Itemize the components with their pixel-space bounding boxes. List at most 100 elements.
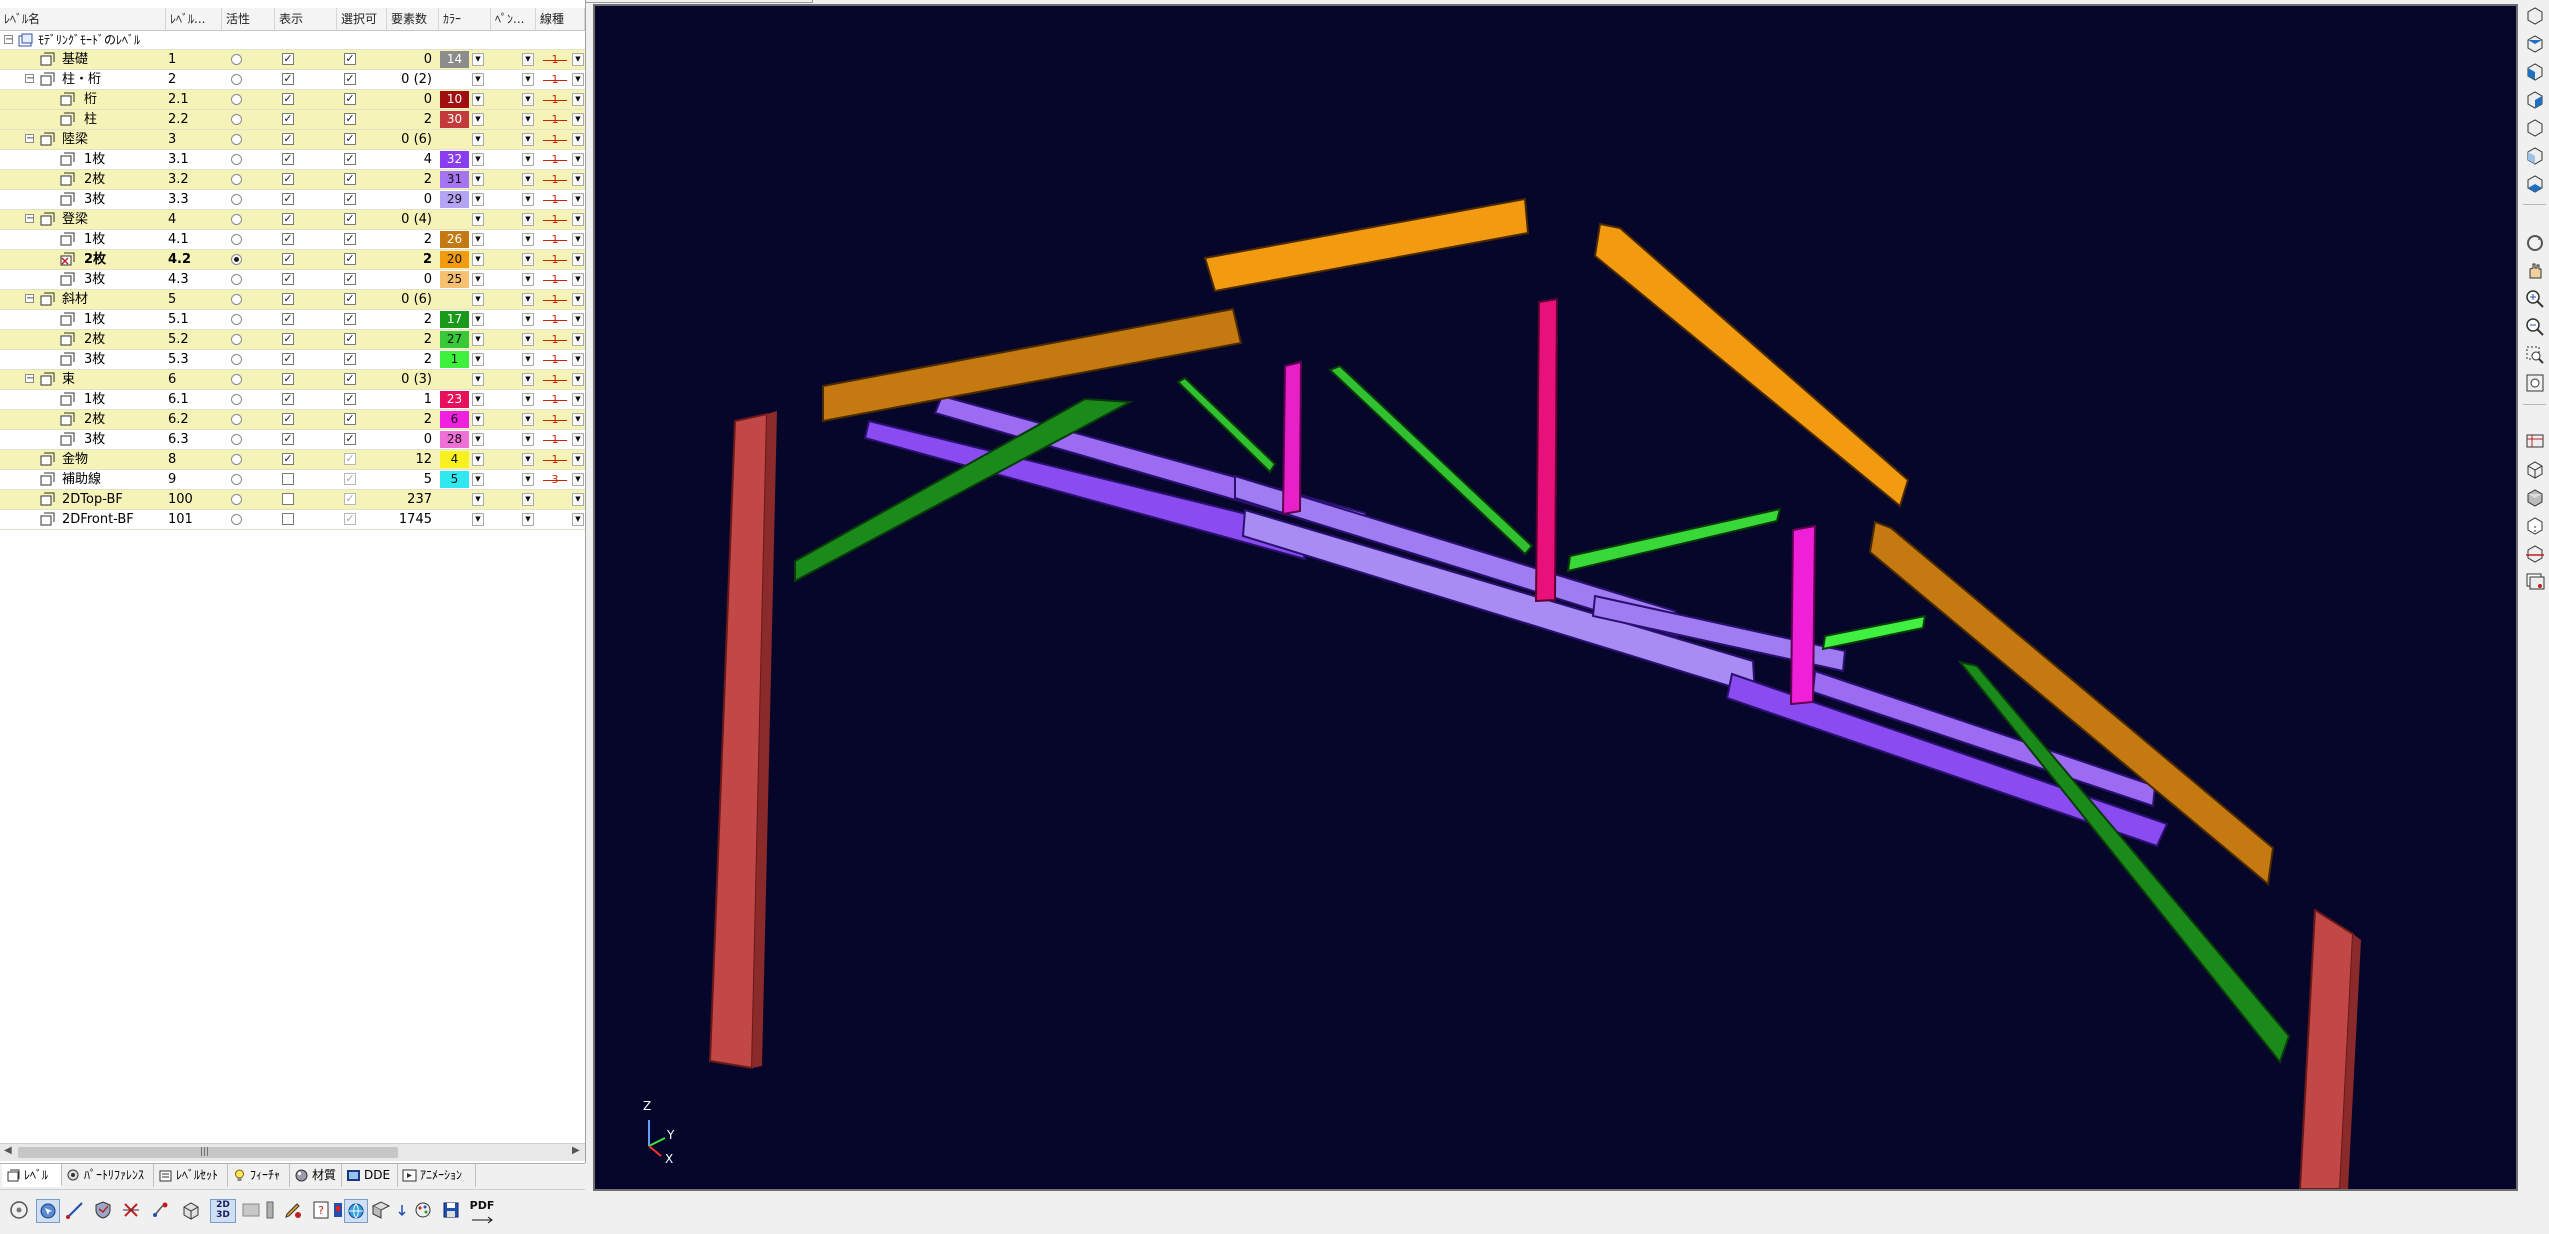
level-selectable-checkbox[interactable]: ✓	[344, 493, 356, 505]
level-selectable-checkbox[interactable]: ✓	[344, 133, 356, 145]
ruler-icon[interactable]	[264, 1199, 276, 1223]
linetype-dropdown-icon[interactable]: ▼	[572, 513, 584, 526]
level-selectable-checkbox[interactable]: ✓	[344, 433, 356, 445]
level-linetype[interactable]: 1	[541, 451, 569, 468]
level-linetype[interactable]: 1	[541, 411, 569, 428]
view-back-icon[interactable]	[2524, 116, 2546, 138]
brace-center-right[interactable]	[1566, 507, 1782, 573]
level-display-checkbox[interactable]: ✓	[282, 213, 294, 225]
level-active-radio[interactable]	[231, 134, 242, 145]
pen-dropdown-icon[interactable]: ▼	[522, 493, 534, 506]
collapse-icon[interactable]: −	[25, 374, 34, 384]
level-display-checkbox[interactable]: ✓	[282, 353, 294, 365]
level-row[interactable]: − 斜材 5 ✓ ✓ 0 (6) ▼ ▼ 1 ▼	[0, 290, 585, 310]
pen-dropdown-icon[interactable]: ▼	[522, 293, 534, 306]
level-active-radio[interactable]	[231, 174, 242, 185]
color-dropdown-icon[interactable]: ▼	[472, 293, 484, 306]
pen-dropdown-icon[interactable]: ▼	[522, 393, 534, 406]
linetype-dropdown-icon[interactable]: ▼	[572, 93, 584, 106]
level-row[interactable]: 1枚 3.1 ✓ ✓ 4 32 ▼ ▼ 1 ▼	[0, 150, 585, 170]
view-iso-icon[interactable]	[2524, 4, 2546, 26]
column-header-selectable[interactable]: 選択可	[337, 8, 387, 30]
color-dropdown-icon[interactable]: ▼	[472, 313, 484, 326]
box-icon[interactable]	[180, 1199, 204, 1223]
level-color-swatch[interactable]	[440, 511, 469, 528]
linetype-dropdown-icon[interactable]: ▼	[572, 393, 584, 406]
color-dropdown-icon[interactable]: ▼	[472, 453, 484, 466]
level-linetype[interactable]	[541, 491, 569, 508]
pen-dropdown-icon[interactable]: ▼	[522, 273, 534, 286]
level-color-swatch[interactable]	[440, 71, 469, 88]
3d-viewport[interactable]: Z Y X	[593, 4, 2518, 1191]
linetype-dropdown-icon[interactable]: ▼	[572, 133, 584, 146]
pen-dropdown-icon[interactable]: ▼	[522, 253, 534, 266]
level-row[interactable]: 3枚 5.3 ✓ ✓ 2 1 ▼ ▼ 1 ▼	[0, 350, 585, 370]
linetype-dropdown-icon[interactable]: ▼	[572, 253, 584, 266]
linetype-dropdown-icon[interactable]: ▼	[572, 53, 584, 66]
level-active-radio[interactable]	[231, 354, 242, 365]
wireframe-icon[interactable]	[2524, 458, 2546, 480]
level-display-checkbox[interactable]: ✓	[282, 413, 294, 425]
scroll-left-arrow-icon[interactable]: ◀	[4, 1145, 12, 1156]
level-row[interactable]: − 陸梁 3 ✓ ✓ 0 (6) ▼ ▼ 1 ▼	[0, 130, 585, 150]
color-dropdown-icon[interactable]: ▼	[472, 173, 484, 186]
level-row[interactable]: 2枚 6.2 ✓ ✓ 2 6 ▼ ▼ 1 ▼	[0, 410, 585, 430]
level-selectable-checkbox[interactable]: ✓	[344, 473, 356, 485]
level-active-radio[interactable]	[231, 94, 242, 105]
color-dropdown-icon[interactable]: ▼	[472, 253, 484, 266]
level-linetype[interactable]: 1	[541, 91, 569, 108]
level-row[interactable]: 1枚 5.1 ✓ ✓ 2 17 ▼ ▼ 1 ▼	[0, 310, 585, 330]
color-dropdown-icon[interactable]: ▼	[472, 273, 484, 286]
select-icon[interactable]	[36, 1199, 60, 1223]
level-display-checkbox[interactable]: ✓	[282, 433, 294, 445]
column-header-pen[interactable]: ﾍﾟﾝ...	[491, 8, 536, 30]
hidden-line-icon[interactable]	[2524, 514, 2546, 536]
level-row[interactable]: 3枚 6.3 ✓ ✓ 0 28 ▼ ▼ 1 ▼	[0, 430, 585, 450]
level-row[interactable]: 2枚 3.2 ✓ ✓ 2 31 ▼ ▼ 1 ▼	[0, 170, 585, 190]
column-header-color[interactable]: ｶﾗｰ	[439, 8, 491, 30]
level-display-checkbox[interactable]: ✓	[282, 113, 294, 125]
pen-dropdown-icon[interactable]: ▼	[522, 313, 534, 326]
zoom-fit-icon[interactable]	[2524, 372, 2546, 394]
collapse-icon[interactable]: −	[25, 294, 34, 304]
level-linetype[interactable]: 1	[541, 51, 569, 68]
level-selectable-checkbox[interactable]: ✓	[344, 93, 356, 105]
color-dropdown-icon[interactable]: ▼	[472, 333, 484, 346]
pen-dropdown-icon[interactable]: ▼	[522, 373, 534, 386]
column-header-level[interactable]: ﾚﾍﾞﾙ...	[166, 8, 222, 30]
rafter-right-upper[interactable]	[1593, 222, 1910, 508]
level-linetype[interactable]: 1	[541, 271, 569, 288]
linetype-dropdown-icon[interactable]: ▼	[572, 373, 584, 386]
level-active-radio[interactable]	[231, 374, 242, 385]
column-header-active[interactable]: 活性	[222, 8, 275, 30]
tab-feature[interactable]: ﾌｨｰﾁｬ	[228, 1164, 290, 1187]
level-linetype[interactable]: 3	[541, 471, 569, 488]
level-linetype[interactable]: 1	[541, 111, 569, 128]
level-display-checkbox[interactable]: ✓	[282, 293, 294, 305]
brace-left-short[interactable]	[1176, 376, 1277, 474]
pen-dropdown-icon[interactable]: ▼	[522, 213, 534, 226]
view-bottom-icon[interactable]	[2524, 172, 2546, 194]
level-display-checkbox[interactable]: ✓	[282, 273, 294, 285]
tab-dde[interactable]: DDE	[342, 1164, 398, 1187]
orbit-icon[interactable]	[8, 1199, 32, 1223]
level-linetype[interactable]: 1	[541, 211, 569, 228]
linetype-dropdown-icon[interactable]: ▼	[572, 353, 584, 366]
linetype-dropdown-icon[interactable]: ▼	[572, 433, 584, 446]
level-active-radio[interactable]	[231, 454, 242, 465]
linetype-dropdown-icon[interactable]: ▼	[572, 193, 584, 206]
layer-icon[interactable]	[2524, 570, 2546, 592]
level-color-swatch[interactable]	[440, 371, 469, 388]
level-row[interactable]: 2枚 5.2 ✓ ✓ 2 27 ▼ ▼ 1 ▼	[0, 330, 585, 350]
level-row[interactable]: 2DTop-BF 100 ✓ 237 ▼ ▼ ▼	[0, 490, 585, 510]
column-post-right[interactable]	[2298, 908, 2361, 1189]
level-display-checkbox[interactable]	[282, 473, 294, 485]
trim-icon[interactable]	[120, 1199, 144, 1223]
level-active-radio[interactable]	[231, 114, 242, 125]
pen-dropdown-icon[interactable]: ▼	[522, 353, 534, 366]
level-color-swatch[interactable]: 25	[440, 271, 469, 288]
pen-dropdown-icon[interactable]: ▼	[522, 473, 534, 486]
level-display-checkbox[interactable]: ✓	[282, 373, 294, 385]
level-color-swatch[interactable]	[440, 131, 469, 148]
level-active-radio[interactable]	[231, 214, 242, 225]
